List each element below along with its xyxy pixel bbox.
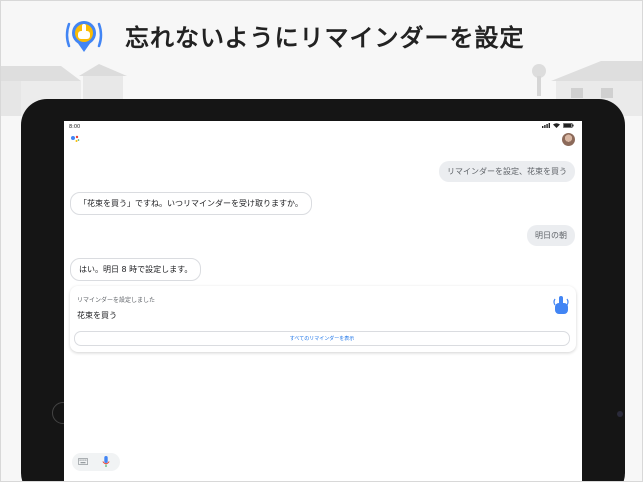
promo-headline: 忘れないようにリマインダーを設定	[61, 11, 525, 59]
reminder-caption: リマインダーを設定しました	[77, 297, 156, 304]
assistant-message-2: はい。明日 8 時で設定します。	[70, 258, 202, 281]
battery-icon	[563, 123, 574, 128]
wifi-icon	[553, 123, 560, 128]
status-icons	[542, 123, 574, 128]
assistant-message-1: 「花束を買う」ですね。いつリマインダーを受け取りますか。	[70, 192, 312, 215]
avatar[interactable]	[562, 133, 575, 146]
view-all-reminders-button[interactable]: すべてのリマインダーを表示	[74, 331, 570, 346]
reminder-item: 花束を買う	[77, 311, 117, 320]
status-time: 8:00	[69, 124, 81, 130]
reminder-hand-icon	[553, 296, 569, 314]
reminder-card: リマインダーを設定しました 花束を買う すべてのリマインダーを表示	[70, 286, 576, 352]
headline-text: 忘れないようにリマインダーを設定	[125, 23, 525, 52]
assistant-screen: 8:00 リマインダーを設定、花束を買う 「花束を買う」ですね。いつリマインダー…	[64, 121, 582, 481]
status-bar: 8:00	[64, 121, 582, 133]
signal-icon	[542, 123, 550, 128]
assistant-logo-icon	[71, 135, 80, 142]
hand-tap-icon	[61, 12, 107, 58]
user-message-1: リマインダーを設定、花束を買う	[439, 161, 575, 182]
promo-frame: 忘れないようにリマインダーを設定 8:00 リマインダーを設定、花束を買う 「花…	[0, 0, 643, 482]
keyboard-icon[interactable]	[78, 458, 88, 465]
front-camera	[617, 411, 623, 417]
user-message-2: 明日の朝	[527, 225, 575, 246]
input-bar	[72, 453, 120, 471]
mic-icon[interactable]	[102, 456, 110, 468]
